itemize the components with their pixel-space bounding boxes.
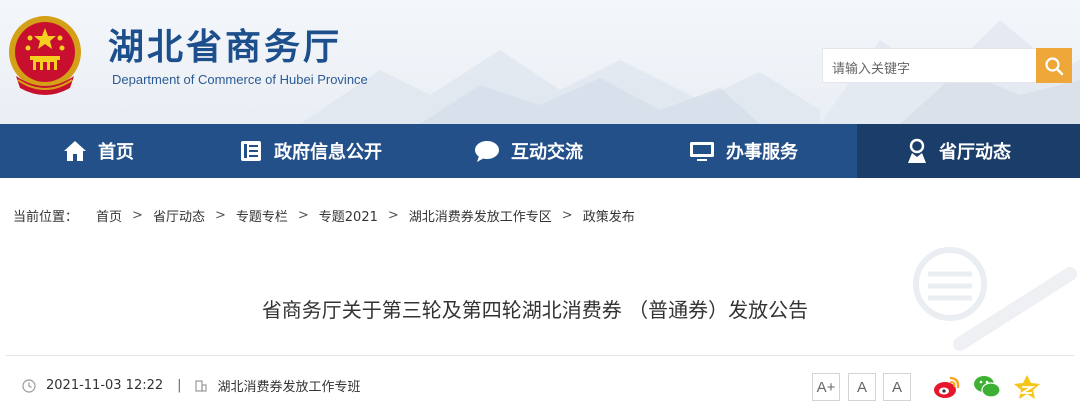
search-icon: [1045, 56, 1064, 75]
breadcrumb-item[interactable]: 专题2021: [319, 206, 378, 225]
chat-bubble-icon: [475, 141, 499, 162]
nav-item-dept-news[interactable]: 省厅动态: [857, 124, 1080, 178]
publish-date: 2021-11-03 12:22: [46, 378, 164, 393]
wechat-icon[interactable]: [972, 373, 1002, 401]
document-icon: [241, 141, 261, 161]
font-decrease-button[interactable]: A: [883, 373, 911, 401]
divider: [6, 355, 1074, 356]
nav-label: 首页: [98, 142, 134, 163]
nav-item-services[interactable]: 办事服务: [688, 124, 798, 178]
person-icon: [908, 138, 926, 163]
main-nav: 首页 政府信息公开 互动交流 办事服务 省厅动态: [0, 124, 1080, 178]
breadcrumb: 当前位置： 首页 > 省厅动态 > 专题专栏 > 专题2021 > 湖北消费券发…: [13, 206, 635, 225]
breadcrumb-separator: >: [214, 208, 226, 223]
font-increase-button[interactable]: A+: [812, 373, 840, 401]
breadcrumb-separator: >: [387, 208, 399, 223]
breadcrumb-item[interactable]: 专题专栏: [236, 206, 288, 225]
nav-item-interaction[interactable]: 互动交流: [473, 124, 583, 178]
site-header: 湖北省商务厅 Department of Commerce of Hubei P…: [0, 0, 1080, 124]
site-title: 湖北省商务厅: [108, 26, 343, 68]
nav-label: 办事服务: [726, 142, 798, 163]
monitor-icon: [690, 142, 714, 161]
site-subtitle: Department of Commerce of Hubei Province: [112, 72, 368, 87]
breadcrumb-item[interactable]: 政策发布: [583, 206, 635, 225]
breadcrumb-separator: >: [132, 208, 143, 223]
breadcrumb-separator: >: [561, 208, 573, 223]
breadcrumb-item[interactable]: 湖北消费券发放工作专区: [409, 206, 552, 225]
national-emblem-icon: [9, 16, 81, 95]
font-default-label: A: [856, 378, 867, 396]
nav-label: 政府信息公开: [274, 142, 382, 163]
font-decrease-label: A: [891, 378, 902, 396]
weibo-icon[interactable]: [932, 373, 962, 401]
breadcrumb-separator: >: [297, 208, 309, 223]
breadcrumb-label: 当前位置：: [13, 210, 79, 225]
article-source: 湖北消费券发放工作专班: [217, 380, 361, 395]
qzone-star-icon[interactable]: [1012, 373, 1042, 401]
home-icon: [64, 141, 86, 161]
nav-label: 互动交流: [511, 142, 583, 163]
article-title: 省商务厅关于第三轮及第四轮湖北消费券 （普通券）发放公告: [261, 298, 809, 322]
article-meta: 2021-11-03 12:22 | 湖北消费券发放工作专班: [22, 376, 361, 395]
breadcrumb-item[interactable]: 首页: [96, 206, 122, 225]
search-button[interactable]: [1036, 48, 1072, 83]
font-default-button[interactable]: A: [848, 373, 876, 401]
meta-separator: |: [177, 378, 182, 393]
font-increase-label: A+: [816, 378, 836, 396]
nav-item-home[interactable]: 首页: [62, 124, 134, 178]
clock-icon: [22, 378, 36, 393]
nav-label: 省厅动态: [939, 142, 1011, 163]
search-input[interactable]: 请输入关键字: [822, 48, 1036, 83]
source-icon: [194, 379, 207, 392]
nav-item-gov-info[interactable]: 政府信息公开: [238, 124, 382, 178]
breadcrumb-item[interactable]: 省厅动态: [153, 206, 205, 225]
